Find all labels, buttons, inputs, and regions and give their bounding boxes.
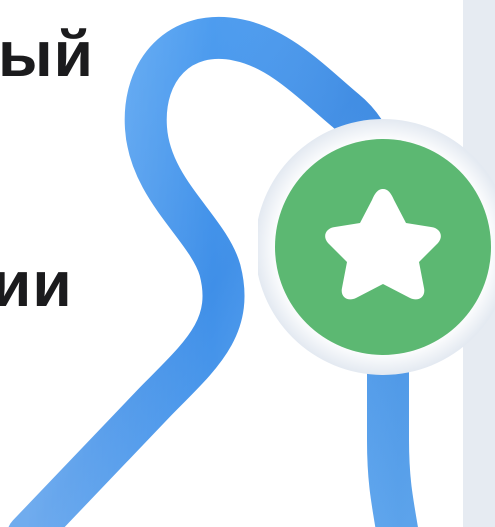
star-badge xyxy=(258,119,495,375)
illustration-stage: ый ии xyxy=(0,0,495,527)
